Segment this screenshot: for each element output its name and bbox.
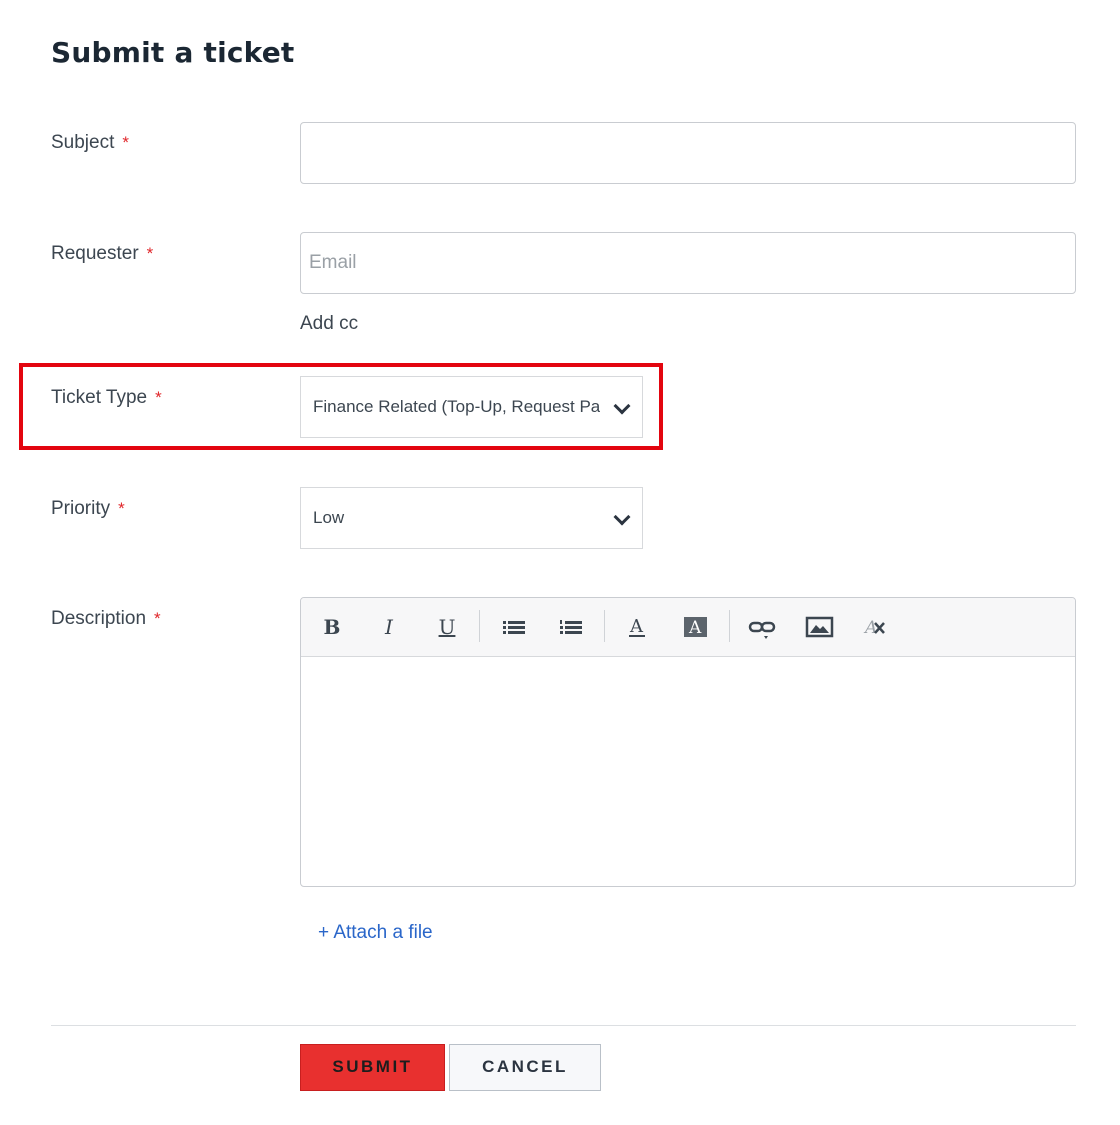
- description-label-text: Description: [51, 608, 147, 629]
- subject-input[interactable]: [300, 122, 1076, 184]
- cancel-button[interactable]: CANCEL: [449, 1044, 601, 1091]
- background-color-icon[interactable]: A: [678, 612, 712, 642]
- priority-label-text: Priority: [51, 498, 111, 519]
- priority-label: Priority *: [51, 498, 125, 520]
- bullet-list-icon[interactable]: [497, 612, 531, 642]
- attach-file-link[interactable]: + Attach a file: [318, 922, 433, 944]
- editor-toolbar: B I U A A A: [301, 598, 1075, 657]
- svg-text:A: A: [863, 618, 877, 638]
- bold-icon[interactable]: B: [315, 612, 349, 642]
- requester-label: Requester *: [51, 243, 153, 265]
- form-divider: [51, 1025, 1076, 1026]
- required-star: *: [118, 499, 125, 518]
- subject-label-text: Subject: [51, 132, 115, 153]
- italic-icon[interactable]: I: [372, 612, 406, 642]
- requester-email-input[interactable]: Email: [300, 232, 1076, 294]
- image-icon[interactable]: [802, 612, 836, 642]
- font-color-icon[interactable]: A: [620, 612, 654, 642]
- svg-text:A: A: [629, 616, 644, 637]
- link-icon[interactable]: [745, 612, 779, 642]
- toolbar-divider: [604, 610, 605, 642]
- priority-select[interactable]: Low: [300, 487, 643, 549]
- description-textarea[interactable]: [301, 657, 1075, 886]
- required-star: *: [122, 133, 129, 152]
- page-title: Submit a ticket: [51, 36, 295, 69]
- highlight-box: [19, 363, 663, 450]
- description-editor: B I U A A A: [300, 597, 1076, 887]
- email-placeholder: Email: [309, 252, 357, 273]
- priority-value: Low: [313, 508, 345, 527]
- chevron-down-icon: [613, 508, 631, 526]
- toolbar-divider: [729, 610, 730, 642]
- description-label: Description *: [51, 608, 161, 630]
- clear-format-icon[interactable]: A: [859, 612, 893, 642]
- add-cc-link[interactable]: Add cc: [300, 313, 358, 335]
- underline-icon[interactable]: U: [430, 612, 464, 642]
- numbered-list-icon[interactable]: [554, 612, 588, 642]
- requester-label-text: Requester: [51, 243, 139, 264]
- svg-text:A: A: [688, 618, 702, 638]
- subject-label: Subject *: [51, 132, 129, 154]
- required-star: *: [154, 609, 161, 628]
- toolbar-divider: [479, 610, 480, 642]
- submit-button[interactable]: SUBMIT: [300, 1044, 445, 1091]
- required-star: *: [146, 244, 154, 263]
